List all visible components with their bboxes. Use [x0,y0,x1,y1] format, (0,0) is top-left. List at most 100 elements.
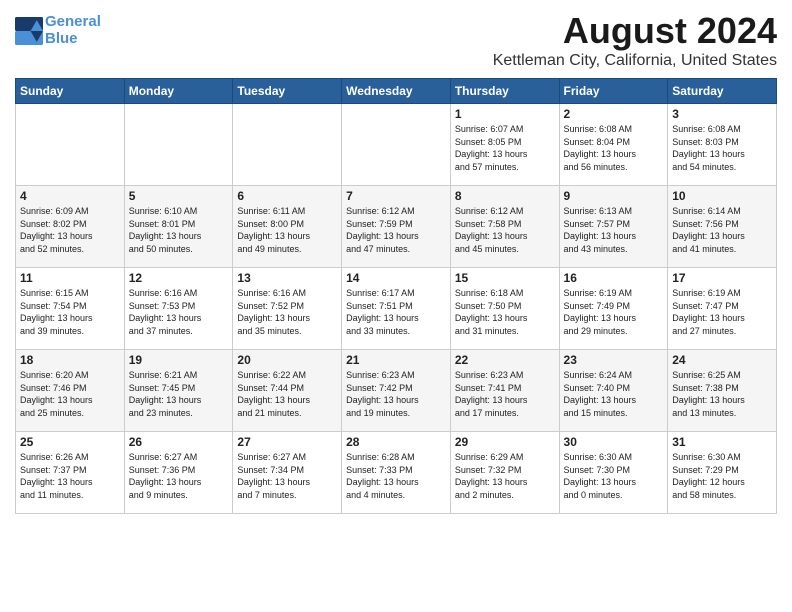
logo: General Blue [15,14,101,47]
day-number: 5 [129,189,229,203]
day-info: Sunrise: 6:27 AM Sunset: 7:36 PM Dayligh… [129,451,229,501]
day-number: 2 [564,107,664,121]
day-number: 21 [346,353,446,367]
day-number: 10 [672,189,772,203]
day-info: Sunrise: 6:13 AM Sunset: 7:57 PM Dayligh… [564,205,664,255]
day-info: Sunrise: 6:17 AM Sunset: 7:51 PM Dayligh… [346,287,446,337]
col-sunday: Sunday [16,79,125,104]
calendar: Sunday Monday Tuesday Wednesday Thursday… [15,78,777,514]
col-saturday: Saturday [668,79,777,104]
col-wednesday: Wednesday [342,79,451,104]
table-row: 29 Sunrise: 6:29 AM Sunset: 7:32 PM Dayli… [450,432,559,514]
table-row: 7Sunrise: 6:12 AM Sunset: 7:59 PM Daylig… [342,186,451,268]
day-info: Sunrise: 6:15 AM Sunset: 7:54 PM Dayligh… [20,287,120,337]
day-info: Sunrise: 6:26 AM Sunset: 7:37 PM Dayligh… [20,451,120,501]
day-number: 30 [564,435,664,449]
day-number: 26 [129,435,229,449]
day-info: Sunrise: 6:30 AM Sunset: 7:29 PM Dayligh… [672,451,772,501]
subtitle: Kettleman City, California, United State… [493,52,777,70]
day-number: 8 [455,189,555,203]
table-row: 28 Sunrise: 6:28 AM Sunset: 7:33 PM Dayli… [342,432,451,514]
table-row: 10 Sunrise: 6:14 AM Sunset: 7:56 PM Dayli… [668,186,777,268]
table-row: 17 Sunrise: 6:19 AM Sunset: 7:47 PM Dayli… [668,268,777,350]
day-number: 19 [129,353,229,367]
day-number: 14 [346,271,446,285]
day-info: Sunrise: 6:08 AM Sunset: 8:04 PM Dayligh… [564,123,664,173]
day-number: 28 [346,435,446,449]
day-number: 25 [20,435,120,449]
day-number: 16 [564,271,664,285]
table-row: 3Sunrise: 6:08 AM Sunset: 8:03 PM Daylig… [668,104,777,186]
day-info: Sunrise: 6:22 AM Sunset: 7:44 PM Dayligh… [237,369,337,419]
day-number: 6 [237,189,337,203]
table-row [233,104,342,186]
col-tuesday: Tuesday [233,79,342,104]
day-number: 18 [20,353,120,367]
day-number: 23 [564,353,664,367]
table-row: 1 Sunrise: 6:07 AM Sunset: 8:05 PM Daylig… [450,104,559,186]
day-info: Sunrise: 6:25 AM Sunset: 7:38 PM Dayligh… [672,369,772,419]
day-info: Sunrise: 6:11 AM Sunset: 8:00 PM Dayligh… [237,205,337,255]
table-row: 19 Sunrise: 6:21 AM Sunset: 7:45 PM Dayli… [124,350,233,432]
day-info: Sunrise: 6:21 AM Sunset: 7:45 PM Dayligh… [129,369,229,419]
day-info: Sunrise: 6:10 AM Sunset: 8:01 PM Dayligh… [129,205,229,255]
day-info: Sunrise: 6:09 AM Sunset: 8:02 PM Dayligh… [20,205,120,255]
day-number: 24 [672,353,772,367]
day-number: 11 [20,271,120,285]
table-row: 14 Sunrise: 6:17 AM Sunset: 7:51 PM Dayli… [342,268,451,350]
table-row: 4 Sunrise: 6:09 AM Sunset: 8:02 PM Daylig… [16,186,125,268]
logo-line2: Blue [45,30,78,47]
table-row: 11 Sunrise: 6:15 AM Sunset: 7:54 PM Dayli… [16,268,125,350]
calendar-header: Sunday Monday Tuesday Wednesday Thursday… [16,79,777,104]
table-row [342,104,451,186]
logo-icon [15,17,43,45]
day-info: Sunrise: 6:30 AM Sunset: 7:30 PM Dayligh… [564,451,664,501]
day-number: 3 [672,107,772,121]
day-number: 13 [237,271,337,285]
day-number: 17 [672,271,772,285]
day-info: Sunrise: 6:23 AM Sunset: 7:41 PM Dayligh… [455,369,555,419]
day-info: Sunrise: 6:28 AM Sunset: 7:33 PM Dayligh… [346,451,446,501]
day-number: 22 [455,353,555,367]
logo-text: General Blue [45,14,101,47]
day-number: 15 [455,271,555,285]
day-info: Sunrise: 6:07 AM Sunset: 8:05 PM Dayligh… [455,123,555,173]
table-row: 30 Sunrise: 6:30 AM Sunset: 7:30 PM Dayli… [559,432,668,514]
table-row: 13 Sunrise: 6:16 AM Sunset: 7:52 PM Dayli… [233,268,342,350]
main-title: August 2024 [493,10,777,52]
page: General Blue August 2024 Kettleman City,… [0,0,792,612]
day-info: Sunrise: 6:20 AM Sunset: 7:46 PM Dayligh… [20,369,120,419]
table-row [124,104,233,186]
day-number: 31 [672,435,772,449]
logo-line1: General [45,13,101,30]
day-info: Sunrise: 6:16 AM Sunset: 7:52 PM Dayligh… [237,287,337,337]
table-row: 5 Sunrise: 6:10 AM Sunset: 8:01 PM Daylig… [124,186,233,268]
day-number: 1 [455,107,555,121]
table-row: 20Sunrise: 6:22 AM Sunset: 7:44 PM Dayli… [233,350,342,432]
col-monday: Monday [124,79,233,104]
table-row: 16 Sunrise: 6:19 AM Sunset: 7:49 PM Dayli… [559,268,668,350]
day-number: 29 [455,435,555,449]
day-info: Sunrise: 6:12 AM Sunset: 7:59 PM Dayligh… [346,205,446,255]
day-info: Sunrise: 6:16 AM Sunset: 7:53 PM Dayligh… [129,287,229,337]
day-number: 9 [564,189,664,203]
table-row: 26 Sunrise: 6:27 AM Sunset: 7:36 PM Dayli… [124,432,233,514]
day-number: 4 [20,189,120,203]
table-row: 12 Sunrise: 6:16 AM Sunset: 7:53 PM Dayli… [124,268,233,350]
table-row: 25 Sunrise: 6:26 AM Sunset: 7:37 PM Dayli… [16,432,125,514]
day-info: Sunrise: 6:19 AM Sunset: 7:47 PM Dayligh… [672,287,772,337]
table-row: 21Sunrise: 6:23 AM Sunset: 7:42 PM Dayli… [342,350,451,432]
day-number: 12 [129,271,229,285]
day-info: Sunrise: 6:19 AM Sunset: 7:49 PM Dayligh… [564,287,664,337]
day-info: Sunrise: 6:24 AM Sunset: 7:40 PM Dayligh… [564,369,664,419]
calendar-body: 1 Sunrise: 6:07 AM Sunset: 8:05 PM Daylig… [16,104,777,514]
table-row: 18 Sunrise: 6:20 AM Sunset: 7:46 PM Dayli… [16,350,125,432]
table-row: 9 Sunrise: 6:13 AM Sunset: 7:57 PM Daylig… [559,186,668,268]
col-thursday: Thursday [450,79,559,104]
day-info: Sunrise: 6:14 AM Sunset: 7:56 PM Dayligh… [672,205,772,255]
day-number: 27 [237,435,337,449]
day-info: Sunrise: 6:29 AM Sunset: 7:32 PM Dayligh… [455,451,555,501]
title-block: August 2024 Kettleman City, California, … [493,10,777,70]
table-row: 6 Sunrise: 6:11 AM Sunset: 8:00 PM Daylig… [233,186,342,268]
table-row: 8Sunrise: 6:12 AM Sunset: 7:58 PM Daylig… [450,186,559,268]
